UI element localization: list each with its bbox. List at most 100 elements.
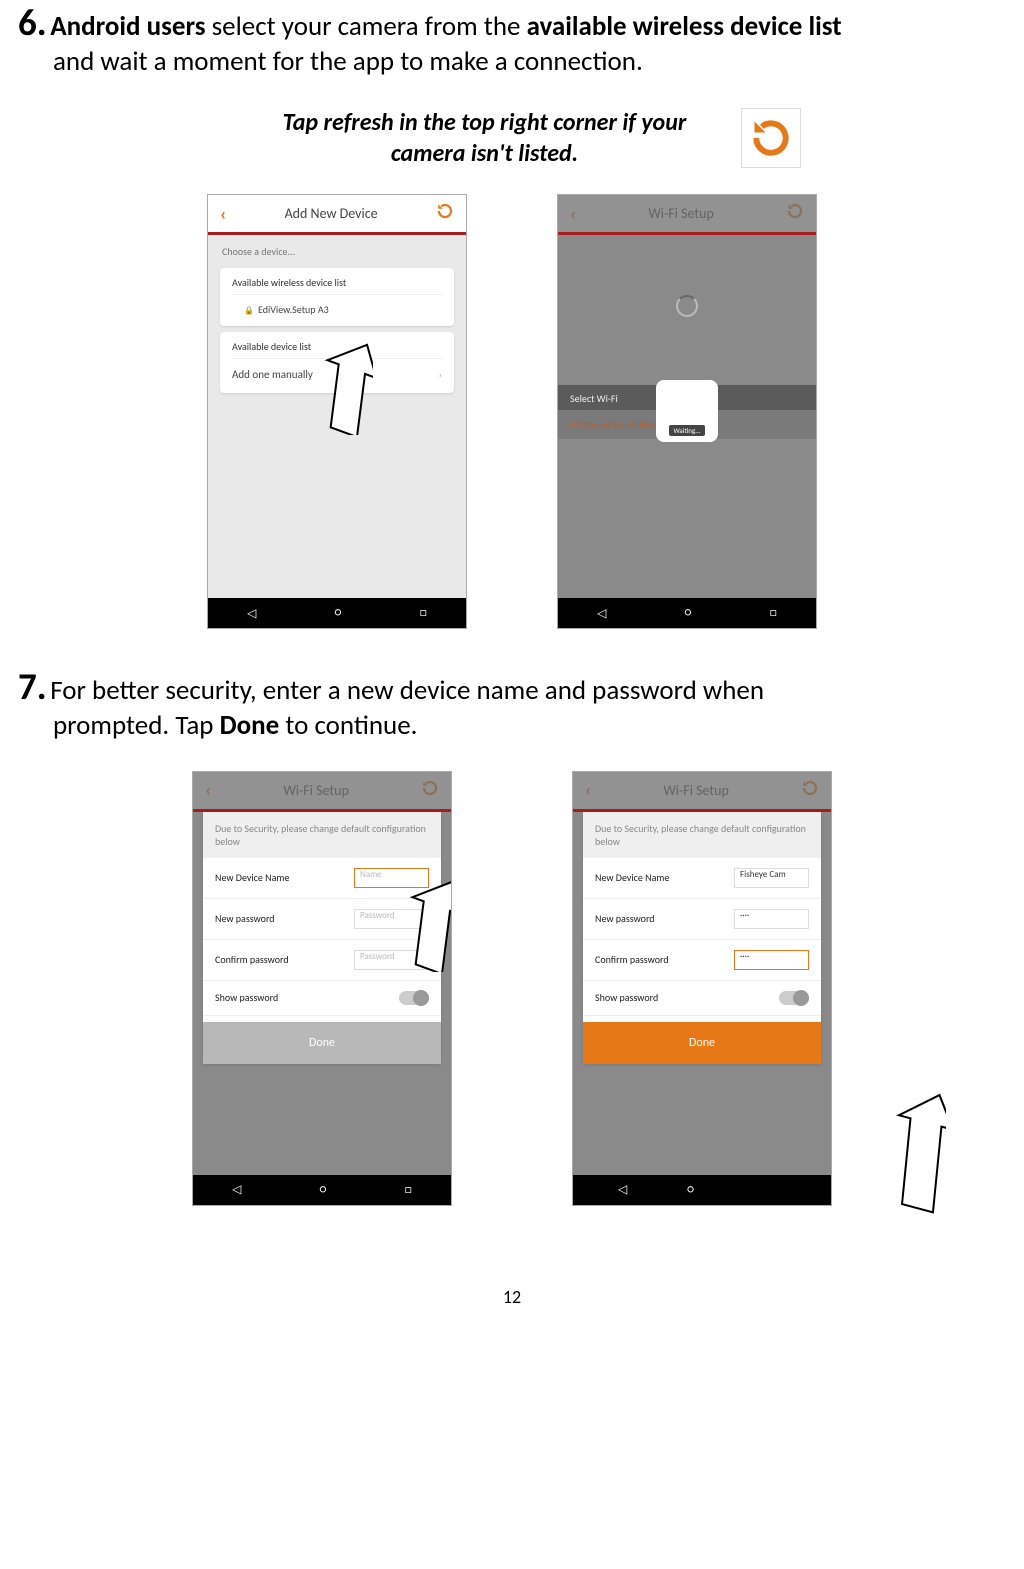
screenshots-row-2: ‹ Wi-Fi Setup Due to Security, please ch…	[18, 771, 1006, 1206]
screenshot-wifi-waiting: ‹ Wi-Fi Setup Select Wi-Fi + Connect to …	[557, 194, 817, 629]
step-7-line1: 7. For better security, enter a new devi…	[18, 664, 1006, 709]
input-new-password-filled[interactable]: ····	[734, 909, 809, 929]
nav-back-icon[interactable]: ◁	[618, 1182, 627, 1197]
wireless-list-title: Available wireless device list	[232, 276, 442, 295]
android-nav-3: ◁ ○ □	[193, 1175, 451, 1205]
android-nav-4: ◁ ○	[573, 1175, 831, 1205]
label-confirm-password: Confirm password	[595, 953, 669, 966]
input-device-name[interactable]: Name	[354, 868, 429, 888]
header-form1: ‹ Wi-Fi Setup	[193, 772, 451, 812]
input-new-password[interactable]: Password	[354, 909, 429, 929]
label-device-name: New Device Name	[215, 871, 289, 884]
step-7: 7. For better security, enter a new devi…	[18, 664, 1006, 743]
toggle-show-password[interactable]	[779, 991, 809, 1005]
step-7-number: 7.	[18, 664, 47, 709]
step-6-line1: 6. Android users select your camera from…	[18, 0, 1006, 45]
back-icon[interactable]: ‹	[205, 779, 211, 801]
device-list-title: Available device list	[232, 340, 442, 359]
done-button-enabled[interactable]: Done	[583, 1022, 821, 1064]
step-7-bold: Done	[220, 709, 280, 742]
header-form2: ‹ Wi-Fi Setup	[573, 772, 831, 812]
header-title-wifi: Wi-Fi Setup	[648, 205, 714, 222]
header-title-form1: Wi-Fi Setup	[283, 782, 349, 799]
waiting-label: Waiting...	[669, 425, 704, 436]
screenshot-add-device: ‹ Add New Device Choose a device... Avai…	[207, 194, 467, 629]
add-manually-row[interactable]: Add one manually ›	[232, 364, 442, 385]
screenshot-form-empty: ‹ Wi-Fi Setup Due to Security, please ch…	[192, 771, 452, 1206]
input-confirm-password[interactable]: Password	[354, 950, 429, 970]
step-7-post: to continue.	[279, 709, 417, 742]
input-confirm-password-filled[interactable]: ····	[734, 950, 809, 970]
nav-home-icon[interactable]: ○	[320, 1183, 327, 1197]
device-name: EdiView.Setup A3	[258, 303, 329, 316]
label-device-name: New Device Name	[595, 871, 669, 884]
back-icon[interactable]: ‹	[585, 779, 591, 801]
android-nav-2: ◁ ○ □	[558, 598, 816, 628]
refresh-icon[interactable]	[801, 779, 819, 802]
body-add-device: Choose a device... Available wireless de…	[208, 235, 466, 598]
header-title-form2: Wi-Fi Setup	[663, 782, 729, 799]
security-instruction: Due to Security, please change default c…	[203, 812, 441, 858]
back-icon[interactable]: ‹	[220, 203, 226, 225]
refresh-icon[interactable]	[421, 779, 439, 802]
header-title-add: Add New Device	[285, 205, 378, 222]
nav-back-icon[interactable]: ◁	[247, 606, 256, 621]
hint-line1: Tap refresh in the top right corner if y…	[283, 107, 687, 138]
row-new-password: New password ····	[583, 899, 821, 940]
nav-back-icon[interactable]: ◁	[597, 606, 606, 621]
security-form-card-filled: Due to Security, please change default c…	[583, 812, 821, 1064]
body-wifi-wait: Select Wi-Fi + Connect to a hidden netwo…	[558, 235, 816, 598]
wireless-device-item[interactable]: 🔒 EdiView.Setup A3	[232, 300, 442, 318]
chevron-right-icon: ›	[439, 368, 442, 381]
nav-recent-icon[interactable]: □	[420, 606, 427, 620]
loading-spinner-icon	[676, 295, 698, 317]
step-6-mid: select your camera from the	[212, 10, 527, 43]
choose-device-label: Choose a device...	[208, 235, 466, 262]
refresh-icon[interactable]	[786, 202, 804, 225]
security-form-card: Due to Security, please change default c…	[203, 812, 441, 1064]
lock-icon: 🔒	[244, 306, 254, 316]
step-7-text1: For better security, enter a new device …	[50, 674, 764, 707]
nav-home-icon[interactable]: ○	[687, 1183, 694, 1197]
screenshots-row-1: ‹ Add New Device Choose a device... Avai…	[18, 194, 1006, 629]
done-button-disabled[interactable]: Done	[203, 1022, 441, 1064]
body-form1: Due to Security, please change default c…	[193, 812, 451, 1175]
nav-home-icon[interactable]: ○	[335, 606, 342, 620]
pointer-arrow-3	[886, 1086, 946, 1216]
step-7-line2: prompted. Tap Done to continue.	[18, 709, 1006, 743]
refresh-icon-large	[741, 108, 801, 168]
android-nav-1: ◁ ○ □	[208, 598, 466, 628]
page-number: 12	[18, 1286, 1006, 1318]
row-new-password: New password Password	[203, 899, 441, 940]
header-add-device: ‹ Add New Device	[208, 195, 466, 235]
back-icon[interactable]: ‹	[570, 203, 576, 225]
label-new-password: New password	[215, 912, 275, 925]
security-instruction: Due to Security, please change default c…	[583, 812, 821, 858]
nav-home-icon[interactable]: ○	[685, 606, 692, 620]
waiting-dialog: Waiting...	[656, 380, 718, 442]
step-6-bold1: Android users	[50, 10, 211, 43]
nav-back-icon[interactable]: ◁	[232, 1182, 241, 1197]
add-manually-label: Add one manually	[232, 368, 313, 381]
refresh-hint-text: Tap refresh in the top right corner if y…	[283, 107, 687, 169]
row-show-password: Show password	[203, 981, 441, 1016]
step-6-bold2: available wireless device list	[527, 10, 842, 43]
label-new-password: New password	[595, 912, 655, 925]
nav-recent-icon[interactable]: □	[405, 1183, 412, 1197]
input-device-name-filled[interactable]: Fisheye Cam	[734, 868, 809, 888]
toggle-show-password[interactable]	[399, 991, 429, 1005]
screenshot-form-filled: ‹ Wi-Fi Setup Due to Security, please ch…	[572, 771, 832, 1206]
step-6-line2: and wait a moment for the app to make a …	[18, 45, 1006, 79]
row-confirm-password: Confirm password Password	[203, 940, 441, 981]
row-device-name: New Device Name Fisheye Cam	[583, 858, 821, 899]
nav-recent-icon[interactable]: □	[770, 606, 777, 620]
row-confirm-password: Confirm password ····	[583, 940, 821, 981]
body-form2: Due to Security, please change default c…	[573, 812, 831, 1175]
row-device-name: New Device Name Name	[203, 858, 441, 899]
refresh-icon[interactable]	[436, 202, 454, 225]
hint-line2: camera isn't listed.	[283, 138, 687, 169]
step-6-number: 6.	[18, 0, 47, 45]
refresh-hint-row: Tap refresh in the top right corner if y…	[18, 107, 1006, 169]
step-7-pre: prompted. Tap	[53, 709, 220, 742]
label-confirm-password: Confirm password	[215, 953, 289, 966]
